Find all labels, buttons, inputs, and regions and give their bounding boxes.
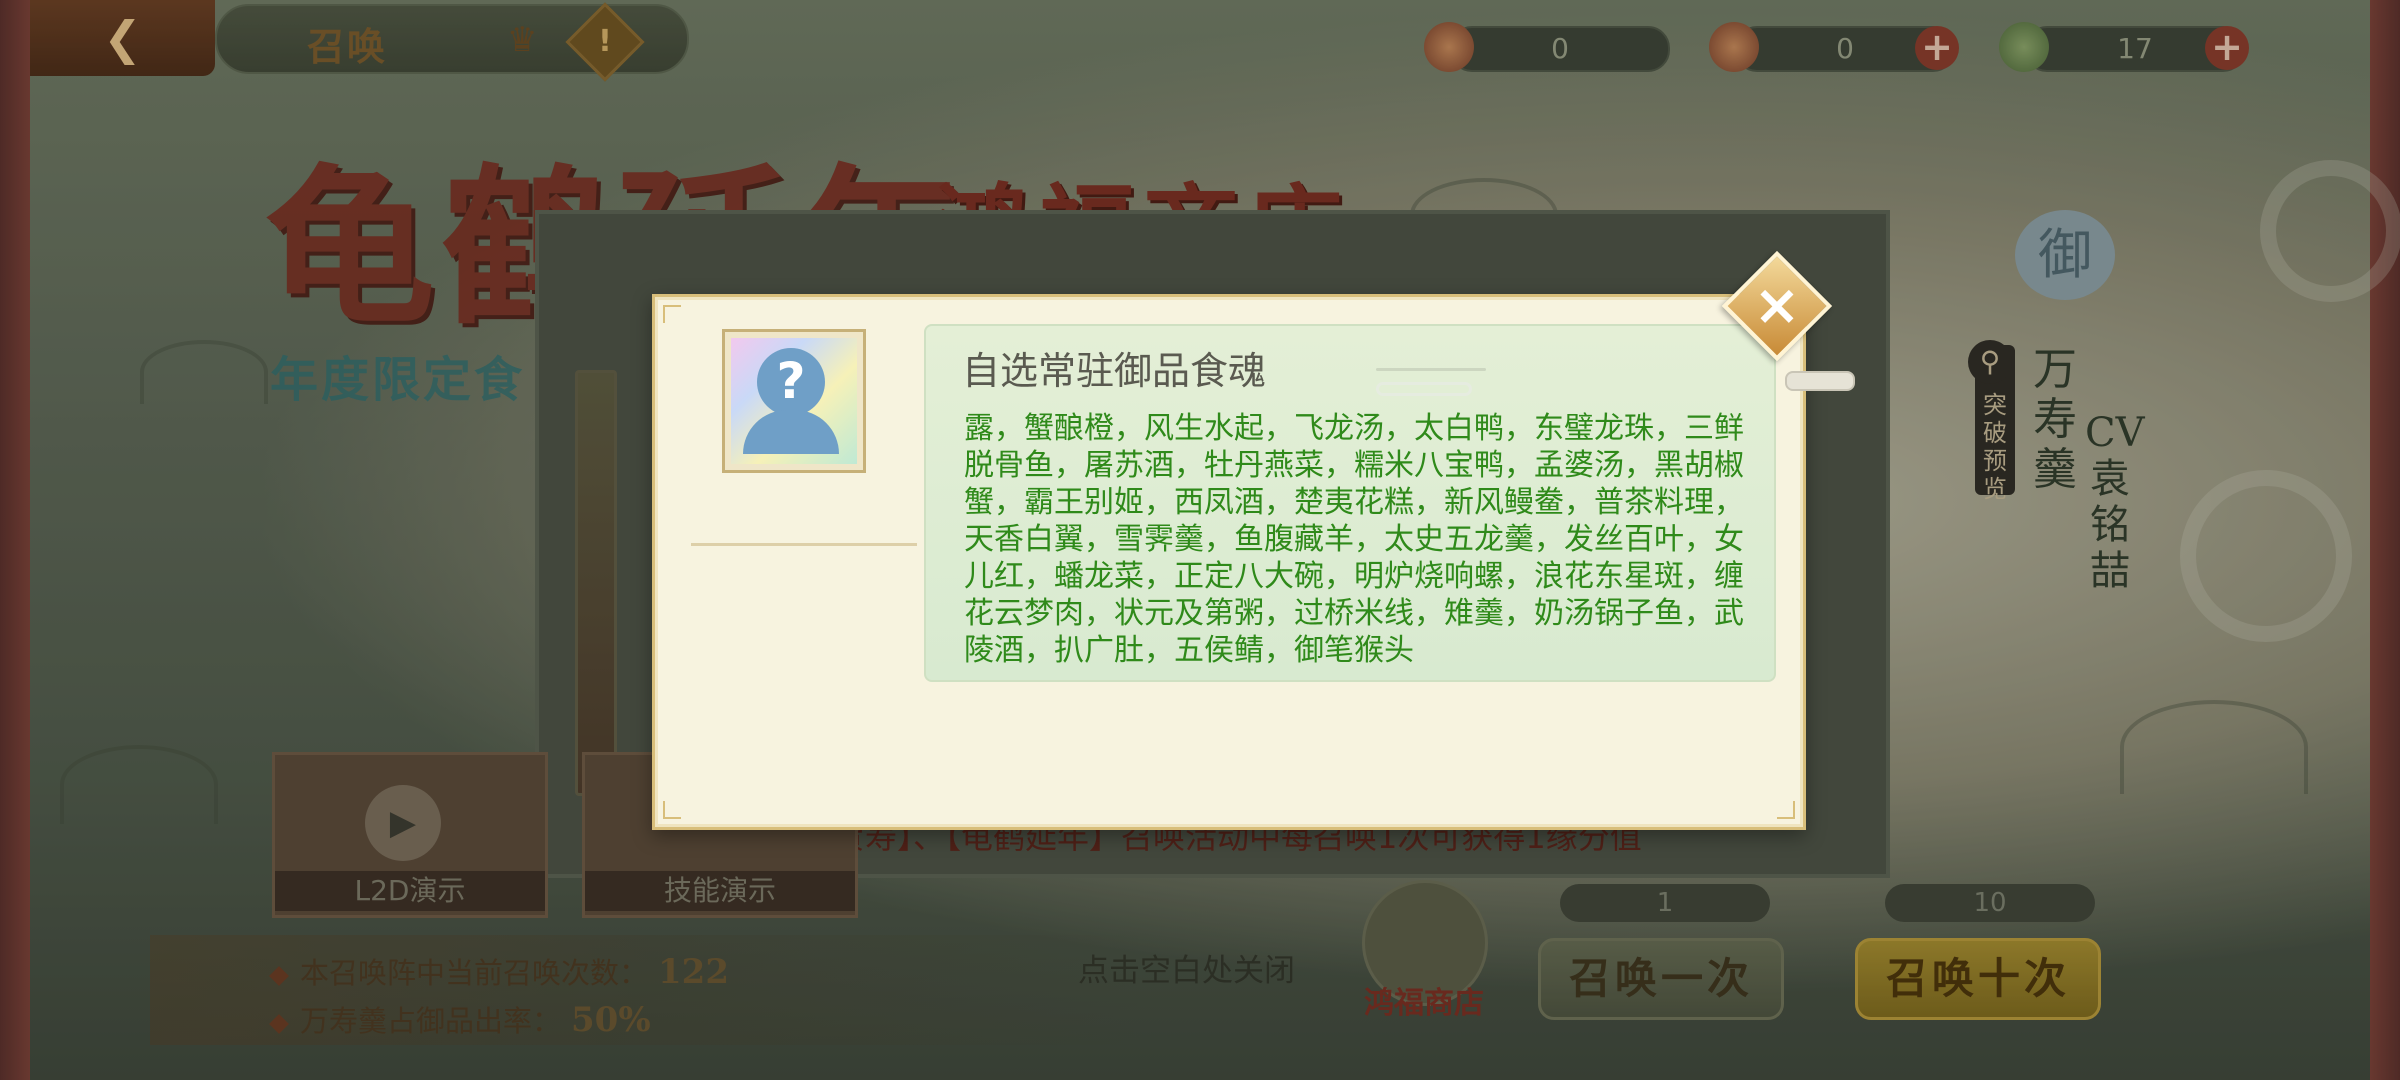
item-icon-frame: ? [722,329,866,473]
item-info-box: 自选常驻御品食魂 露，蟹酿橙，风生水起，飞龙汤，太白鸭，东璧龙珠，三鲜脱骨鱼，屠… [924,324,1776,682]
close-icon: × [1753,273,1801,338]
corner-decoration [1777,801,1795,819]
corner-decoration [663,801,681,819]
item-title: 自选常驻御品食魂 [962,349,1267,393]
divider [691,543,917,546]
title-decoration [1376,368,1486,371]
item-detail-dialog: ? 自选常驻御品食魂 露，蟹酿橙，风生水起，飞龙汤，太白鸭，东璧龙珠，三鲜脱骨鱼… [652,250,1855,830]
cloud-decoration [1785,371,1855,391]
title-decoration [1376,382,1472,396]
question-mark: ? [776,352,806,410]
corner-decoration [663,305,681,323]
question-mark-icon: ? [731,338,857,464]
silhouette-body [743,410,839,454]
item-description: 露，蟹酿橙，风生水起，飞龙汤，太白鸭，东璧龙珠，三鲜脱骨鱼，屠苏酒，牡丹燕菜，糯… [964,411,1744,668]
